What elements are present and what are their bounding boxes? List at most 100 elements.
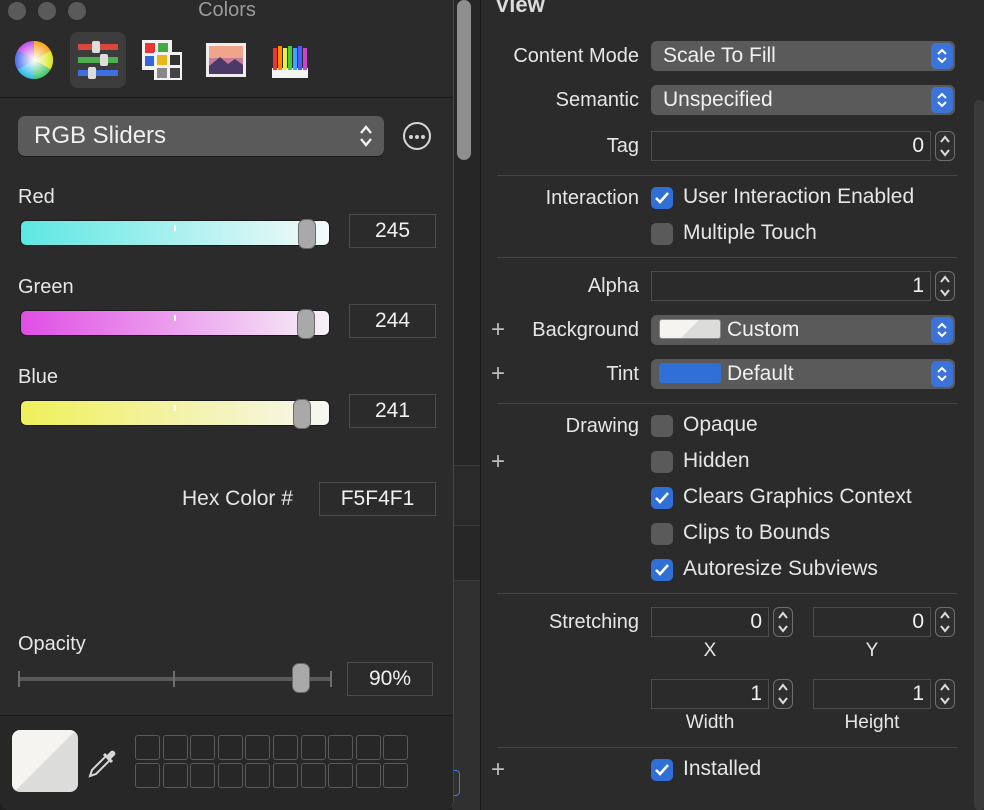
- hex-color-field[interactable]: F5F4F1: [319, 482, 436, 516]
- add-drawing-variation-button[interactable]: +: [491, 450, 505, 474]
- favorite-color-slot[interactable]: [273, 763, 298, 788]
- stretching-height-field[interactable]: 1: [813, 679, 931, 709]
- favorite-color-slot[interactable]: [190, 735, 216, 760]
- color-wheel-icon: [14, 40, 54, 80]
- inspector-scrollbar[interactable]: [974, 100, 984, 810]
- favorite-color-slot[interactable]: [135, 735, 160, 760]
- semantic-label: Semantic: [555, 89, 639, 111]
- alpha-stepper[interactable]: [935, 271, 955, 301]
- green-slider-knob[interactable]: [297, 309, 315, 339]
- stretching-x-label: X: [703, 640, 717, 661]
- popup-chevron-icon: [931, 87, 953, 113]
- stretching-y-field[interactable]: 0: [813, 607, 931, 637]
- stretching-height-stepper[interactable]: [935, 679, 955, 709]
- opaque-label: Opaque: [683, 413, 758, 436]
- hidden-checkbox[interactable]: [651, 451, 673, 473]
- current-color-swatch[interactable]: [12, 730, 78, 792]
- palettes-mode-button[interactable]: [134, 32, 190, 88]
- stretching-y-stepper[interactable]: [935, 607, 955, 637]
- hidden-label: Hidden: [683, 449, 750, 472]
- red-slider-knob[interactable]: [298, 219, 316, 249]
- stretching-x-stepper[interactable]: [773, 607, 793, 637]
- popup-chevron-icon: [931, 317, 953, 343]
- tint-color-popup[interactable]: Default: [651, 359, 955, 389]
- attributes-inspector: View Content Mode Scale To Fill Semantic…: [480, 0, 984, 810]
- favorite-color-slot[interactable]: [328, 735, 354, 760]
- favorite-color-slot[interactable]: [300, 735, 326, 760]
- section-divider: [497, 175, 957, 176]
- color-wheel-mode-button[interactable]: [6, 32, 62, 88]
- pencils-mode-button[interactable]: [262, 32, 318, 88]
- installed-checkbox[interactable]: [651, 759, 673, 781]
- semantic-popup[interactable]: Unspecified: [651, 85, 955, 115]
- favorite-color-slot[interactable]: [328, 763, 354, 788]
- stretching-width-field[interactable]: 1: [651, 679, 769, 709]
- blue-value-field[interactable]: 241: [349, 394, 436, 428]
- favorite-color-slot[interactable]: [245, 735, 271, 760]
- favorite-color-slot[interactable]: [383, 763, 409, 788]
- palettes-icon: [142, 40, 182, 80]
- add-background-variation-button[interactable]: +: [491, 318, 505, 342]
- favorite-color-slot[interactable]: [190, 763, 216, 788]
- colors-panel: Colors RGB Sliders Red 245 Green 244 Blu…: [0, 0, 454, 810]
- hex-color-label: Hex Color #: [182, 487, 293, 510]
- favorite-color-slot[interactable]: [355, 763, 381, 788]
- autoresize-subviews-checkbox[interactable]: [651, 559, 673, 581]
- sliders-icon: [78, 41, 118, 79]
- image-palettes-mode-button[interactable]: [198, 32, 254, 88]
- more-options-button[interactable]: [403, 122, 431, 150]
- user-interaction-checkbox[interactable]: [651, 187, 673, 209]
- favorite-color-slot[interactable]: [162, 763, 188, 788]
- toolbar-divider: [0, 97, 453, 98]
- green-slider[interactable]: [20, 309, 330, 339]
- tint-color-well[interactable]: [659, 362, 721, 383]
- favorite-color-slot[interactable]: [217, 763, 243, 788]
- section-divider: [497, 747, 957, 748]
- user-interaction-label: User Interaction Enabled: [683, 185, 915, 208]
- green-value-field[interactable]: 244: [349, 304, 436, 338]
- tag-stepper[interactable]: [935, 131, 955, 161]
- favorite-color-slot[interactable]: [300, 763, 326, 788]
- opacity-slider[interactable]: [18, 671, 332, 687]
- sliders-mode-button[interactable]: [70, 32, 126, 88]
- multiple-touch-checkbox[interactable]: [651, 223, 673, 245]
- favorite-color-slot[interactable]: [135, 763, 160, 788]
- green-slider-label: Green: [18, 276, 74, 298]
- content-mode-label: Content Mode: [513, 45, 639, 67]
- opacity-slider-knob[interactable]: [292, 663, 310, 693]
- clips-to-bounds-checkbox[interactable]: [651, 523, 673, 545]
- colors-panel-scrollbar[interactable]: [457, 0, 471, 160]
- up-down-chevron-icon: [360, 125, 372, 147]
- clears-graphics-context-checkbox[interactable]: [651, 487, 673, 509]
- tint-value: Default: [727, 362, 794, 385]
- section-divider: [497, 257, 957, 258]
- add-installed-variation-button[interactable]: +: [491, 758, 505, 782]
- color-picker-mode-select[interactable]: RGB Sliders: [18, 116, 384, 156]
- favorite-color-slot[interactable]: [162, 735, 188, 760]
- favorite-color-slot[interactable]: [217, 735, 243, 760]
- favorite-color-slot[interactable]: [355, 735, 381, 760]
- section-divider: [497, 403, 957, 404]
- stretching-label: Stretching: [548, 611, 639, 633]
- blue-slider-knob[interactable]: [293, 399, 311, 429]
- background-color-popup[interactable]: Custom: [651, 315, 955, 345]
- favorite-color-slot[interactable]: [245, 763, 271, 788]
- red-value-field[interactable]: 245: [349, 214, 436, 248]
- stretching-width-label: Width: [685, 712, 735, 733]
- red-slider[interactable]: [20, 219, 330, 249]
- tag-field[interactable]: 0: [651, 131, 931, 161]
- background-color-well[interactable]: [659, 318, 721, 339]
- popup-chevron-icon: [931, 361, 953, 387]
- favorite-color-slot[interactable]: [383, 735, 409, 760]
- stretching-width-stepper[interactable]: [773, 679, 793, 709]
- content-mode-popup[interactable]: Scale To Fill: [651, 41, 955, 71]
- add-tint-variation-button[interactable]: +: [491, 362, 505, 386]
- blue-slider[interactable]: [20, 399, 330, 429]
- blue-slider-label: Blue: [18, 366, 59, 388]
- favorite-color-slot[interactable]: [273, 735, 298, 760]
- stretching-x-field[interactable]: 0: [651, 607, 769, 637]
- alpha-field[interactable]: 1: [651, 271, 931, 301]
- opaque-checkbox[interactable]: [651, 415, 673, 437]
- opacity-value-field[interactable]: 90%: [347, 662, 433, 696]
- eyedropper-icon[interactable]: [86, 744, 120, 780]
